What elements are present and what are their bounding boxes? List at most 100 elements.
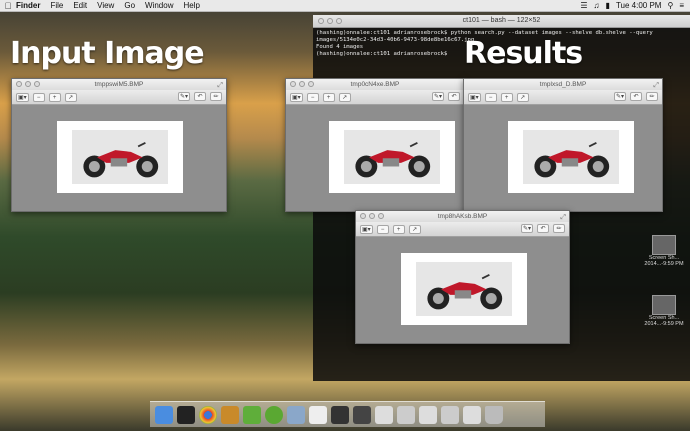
window-icon[interactable] xyxy=(353,405,371,424)
terminal-icon[interactable] xyxy=(177,405,195,424)
zoom-in-button[interactable]: + xyxy=(322,92,335,102)
minimize-button[interactable] xyxy=(299,81,305,87)
minimize-button[interactable] xyxy=(369,213,375,219)
menu-bar:  Finder File Edit View Go Window Help ☰… xyxy=(0,0,690,12)
menu-view[interactable]: View xyxy=(97,1,114,10)
evernote-icon[interactable] xyxy=(243,405,261,424)
menu-help[interactable]: Help xyxy=(183,1,199,10)
share-button[interactable]: ↗ xyxy=(408,224,421,234)
window-titlebar[interactable]: tmplxsd_D.BMP ⤢ xyxy=(464,79,662,90)
window-icon[interactable] xyxy=(375,405,393,424)
share-button[interactable]: ↗ xyxy=(516,92,529,102)
chrome-icon[interactable] xyxy=(199,405,217,424)
dock xyxy=(150,401,545,427)
close-button[interactable] xyxy=(290,81,296,87)
markup-button[interactable]: ✎▾ xyxy=(520,224,533,233)
input-image-heading: Input Image xyxy=(10,36,205,71)
file-thumbnail xyxy=(652,235,676,255)
menu-window[interactable]: Window xyxy=(145,1,173,10)
search-icon[interactable]: ⚲ xyxy=(667,1,673,10)
finder-icon[interactable] xyxy=(155,405,173,424)
rotate-button[interactable]: ↶ xyxy=(630,92,642,101)
preview-icon[interactable] xyxy=(287,405,305,424)
share-button[interactable]: ↗ xyxy=(64,92,77,102)
terminal-line: (hashing)onnalee:ct101 adrianrosebrock$ xyxy=(316,51,448,57)
textedit-icon[interactable] xyxy=(309,405,327,424)
close-button[interactable] xyxy=(360,213,366,219)
edit-button[interactable]: ✏ xyxy=(210,92,222,101)
zoom-out-button[interactable]: − xyxy=(484,92,497,102)
window-title: tmp8hAKsb.BMP xyxy=(437,213,488,220)
zoom-out-button[interactable]: − xyxy=(376,224,389,234)
battery-icon[interactable]: ▮ xyxy=(606,1,610,10)
image-frame xyxy=(401,253,527,325)
image-frame xyxy=(57,121,183,193)
image-frame xyxy=(329,121,455,193)
terminal-line: Found 4 images xyxy=(316,44,364,50)
menu-go[interactable]: Go xyxy=(124,1,135,10)
preview-window-input[interactable]: tmppswiM5.BMP ⤢ ▣▾ − + ↗ ✎▾ ↶ ✏ xyxy=(11,78,227,212)
volume-icon[interactable]: ♫ xyxy=(594,1,600,10)
window-icon[interactable] xyxy=(419,405,437,424)
sidebar-toggle-button[interactable]: ▣▾ xyxy=(290,92,303,102)
window-titlebar[interactable]: tmp0cN4xe.BMP xyxy=(286,79,464,90)
trash-icon[interactable] xyxy=(485,405,503,424)
menu-list-icon[interactable]: ≡ xyxy=(679,1,684,10)
minimize-button[interactable] xyxy=(327,18,333,24)
window-toolbar: ▣▾ − + ↗ ✎▾ ↶ ✏ xyxy=(464,90,662,105)
preview-window-result-1[interactable]: tmp0cN4xe.BMP ▣▾ − + ↗ ✎▾ ↶ xyxy=(285,78,465,212)
rotate-button[interactable]: ↶ xyxy=(448,92,460,101)
desktop-file[interactable]: Screen Sh... 2014...-9:59 PM xyxy=(640,295,688,355)
filemerge-icon[interactable] xyxy=(221,405,239,424)
window-toolbar: ▣▾ − + ↗ ✎▾ ↶ xyxy=(286,90,464,105)
close-button[interactable] xyxy=(318,18,324,24)
edit-button[interactable]: ✏ xyxy=(646,92,658,101)
zoom-in-button[interactable]: + xyxy=(392,224,405,234)
zoom-button[interactable] xyxy=(336,18,342,24)
zoom-button[interactable] xyxy=(378,213,384,219)
preview-window-result-2[interactable]: tmplxsd_D.BMP ⤢ ▣▾ − + ↗ ✎▾ ↶ ✏ xyxy=(463,78,663,212)
desktop-file[interactable]: Screen Sh... 2014...-9:59 PM xyxy=(640,235,688,295)
sidebar-toggle-button[interactable]: ▣▾ xyxy=(16,92,29,102)
zoom-out-button[interactable]: − xyxy=(306,92,319,102)
minimize-button[interactable] xyxy=(25,81,31,87)
motorcycle-image xyxy=(72,129,168,185)
file-label: Screen Sh... 2014...-9:59 PM xyxy=(644,255,684,267)
clock[interactable]: Tue 4:00 PM xyxy=(616,1,662,10)
edit-button[interactable]: ✏ xyxy=(553,224,565,233)
sidebar-toggle-button[interactable]: ▣▾ xyxy=(360,224,373,234)
desktop-files: Screen Sh... 2014...-9:59 PM Screen Sh..… xyxy=(640,235,688,355)
motorcycle-image xyxy=(523,129,619,185)
markup-button[interactable]: ✎▾ xyxy=(613,92,626,101)
window-icon[interactable] xyxy=(441,405,459,424)
markup-button[interactable]: ✎▾ xyxy=(431,92,444,101)
zoom-in-button[interactable]: + xyxy=(48,92,61,102)
window-icon[interactable] xyxy=(463,405,481,424)
zoom-in-button[interactable]: + xyxy=(500,92,513,102)
menu-edit[interactable]: Edit xyxy=(73,1,87,10)
menu-finder[interactable]: Finder xyxy=(16,1,40,10)
rotate-button[interactable]: ↶ xyxy=(537,224,549,233)
wifi-icon[interactable]: ☰ xyxy=(580,1,587,10)
window-icon[interactable] xyxy=(397,405,415,424)
preview-window-result-3[interactable]: tmp8hAKsb.BMP ⤢ ▣▾ − + ↗ ✎▾ ↶ ✏ xyxy=(355,210,570,344)
window-icon[interactable] xyxy=(331,405,349,424)
rotate-button[interactable]: ↶ xyxy=(194,92,206,101)
markup-button[interactable]: ✎▾ xyxy=(177,92,190,101)
window-titlebar[interactable]: tmp8hAKsb.BMP ⤢ xyxy=(356,211,569,222)
zoom-button[interactable] xyxy=(34,81,40,87)
motorcycle-image xyxy=(416,261,512,317)
window-title: tmppswiM5.BMP xyxy=(94,81,144,88)
terminal-titlebar[interactable]: ct101 — bash — 122×52 xyxy=(313,15,690,28)
zoom-out-button[interactable]: − xyxy=(32,92,45,102)
zoom-button[interactable] xyxy=(308,81,314,87)
close-button[interactable] xyxy=(16,81,22,87)
file-thumbnail xyxy=(652,295,676,315)
spotify-icon[interactable] xyxy=(265,405,283,424)
apple-icon[interactable]:  xyxy=(0,1,16,11)
sidebar-toggle-button[interactable]: ▣▾ xyxy=(468,92,481,102)
menu-file[interactable]: File xyxy=(50,1,63,10)
share-button[interactable]: ↗ xyxy=(338,92,351,102)
window-titlebar[interactable]: tmppswiM5.BMP ⤢ xyxy=(12,79,226,90)
image-frame xyxy=(508,121,634,193)
